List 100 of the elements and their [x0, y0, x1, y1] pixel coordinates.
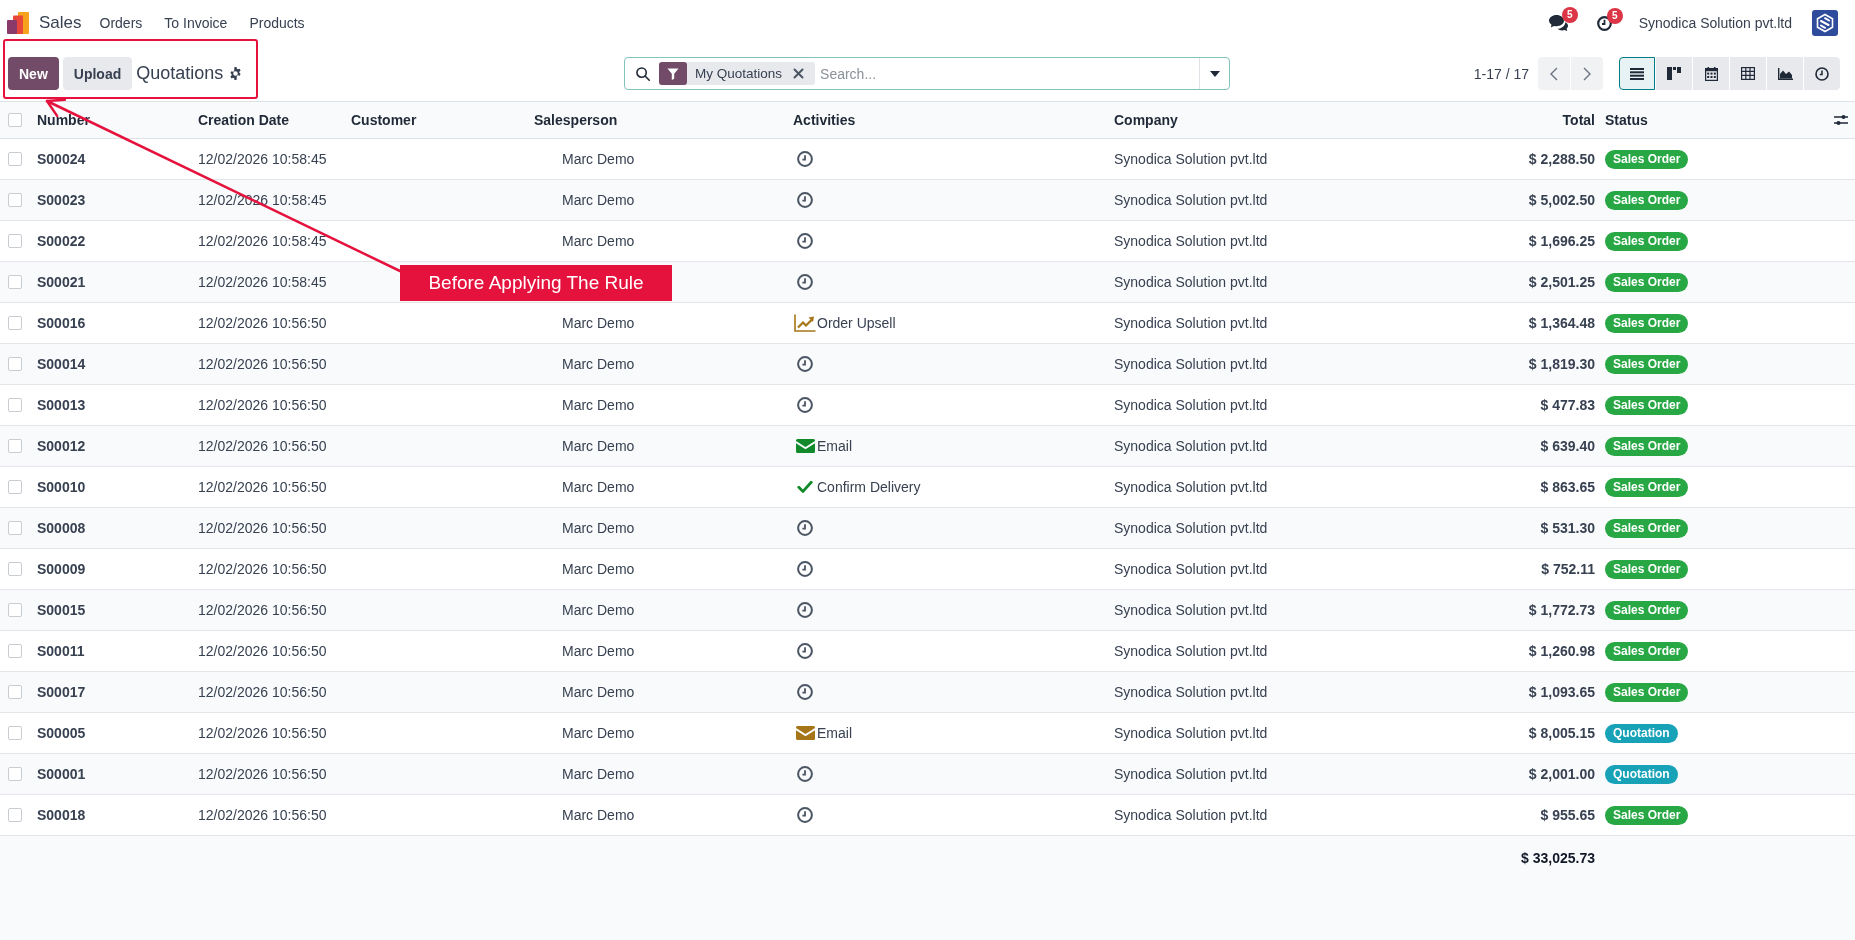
page-title: Quotations: [136, 63, 224, 84]
clock-icon[interactable]: [1596, 15, 1612, 31]
order-number: S00015: [37, 602, 86, 618]
row-checkbox[interactable]: [8, 398, 22, 412]
menu-item[interactable]: Products: [238, 15, 316, 31]
order-total: $ 2,001.00: [1528, 766, 1595, 782]
activity-label: Email: [817, 725, 852, 741]
search-facet[interactable]: My Quotations: [659, 62, 816, 85]
column-header[interactable]: Company: [1114, 112, 1178, 128]
calendar-view-button[interactable]: [1693, 57, 1729, 90]
graph-view-button[interactable]: [1767, 57, 1803, 90]
row-checkbox[interactable]: [8, 726, 22, 740]
column-header[interactable]: Status: [1605, 112, 1648, 128]
row-checkbox[interactable]: [8, 357, 22, 371]
table-row[interactable]: S00024 12/02/2026 10:58:45 Marc Demo Synodica Solution pvt.ltd $ 2,288.50 Sales Order: [0, 139, 1855, 180]
row-checkbox[interactable]: [8, 808, 22, 822]
table-row[interactable]: S00005 12/02/2026 10:56:50 Marc Demo Email Synodica Solution pvt.ltd $ 8,005.15 Quotation: [0, 713, 1855, 754]
row-checkbox[interactable]: [8, 685, 22, 699]
company-logo[interactable]: [1812, 10, 1838, 36]
salesperson-name: Marc Demo: [562, 602, 635, 618]
column-header[interactable]: Number: [37, 112, 90, 128]
menu-item[interactable]: To Invoice: [153, 15, 239, 31]
order-total: $ 1,772.73: [1528, 602, 1595, 618]
sliders-icon[interactable]: [1834, 114, 1848, 126]
creation-date: 12/02/2026 10:56:50: [198, 315, 327, 331]
row-checkbox[interactable]: [8, 603, 22, 617]
table-row[interactable]: S00016 12/02/2026 10:56:50 Marc Demo Order Upsell Synodica Solution pvt.ltd $ 1,364.48 Sales Order: [0, 303, 1855, 344]
table-row[interactable]: S00009 12/02/2026 10:56:50 Marc Demo Synodica Solution pvt.ltd $ 752.11 Sales Order: [0, 549, 1855, 590]
column-header[interactable]: Customer: [351, 112, 417, 128]
creation-date: 12/02/2026 10:56:50: [198, 561, 327, 577]
clock-icon[interactable]: [797, 602, 813, 618]
status-badge: Quotation: [1605, 723, 1678, 743]
activity-view-button[interactable]: [1804, 57, 1840, 90]
row-checkbox[interactable]: [8, 152, 22, 166]
clock-icon[interactable]: [797, 151, 813, 167]
envelope-icon[interactable]: [795, 726, 815, 740]
gear-icon[interactable]: [229, 67, 243, 80]
app-logo-icon[interactable]: [7, 12, 29, 34]
close-icon[interactable]: [793, 68, 805, 79]
company-name: Synodica Solution pvt.ltd: [1114, 725, 1268, 741]
clock-icon[interactable]: [797, 561, 813, 577]
line-chart-icon[interactable]: [794, 314, 816, 332]
upload-button[interactable]: Upload: [62, 57, 133, 90]
list-view-button[interactable]: [1619, 57, 1655, 90]
row-checkbox[interactable]: [8, 234, 22, 248]
check-icon[interactable]: [797, 480, 813, 494]
column-header[interactable]: Creation Date: [198, 112, 290, 128]
order-total: $ 1,819.30: [1528, 356, 1595, 372]
app-name-link[interactable]: Sales: [39, 13, 82, 33]
column-header[interactable]: Total: [1562, 112, 1595, 128]
menu-item[interactable]: Orders: [88, 15, 154, 31]
kanban-view-button[interactable]: [1656, 57, 1692, 90]
company-name: Synodica Solution pvt.ltd: [1114, 766, 1268, 782]
salesperson-name: Marc Demo: [562, 192, 635, 208]
table-row[interactable]: S00010 12/02/2026 10:56:50 Marc Demo Confirm Delivery Synodica Solution pvt.ltd $ 863.65 Sales Order: [0, 467, 1855, 508]
select-all-checkbox[interactable]: [8, 113, 22, 127]
clock-icon[interactable]: [797, 356, 813, 372]
column-header[interactable]: Salesperson: [534, 112, 618, 128]
clock-icon[interactable]: [797, 684, 813, 700]
order-number: S00012: [37, 438, 86, 454]
clock-icon[interactable]: [797, 397, 813, 413]
chat-icon[interactable]: [1548, 15, 1568, 31]
clock-icon[interactable]: [797, 520, 813, 536]
clock-icon[interactable]: [797, 643, 813, 659]
clock-icon[interactable]: [797, 233, 813, 249]
row-checkbox[interactable]: [8, 439, 22, 453]
status-badge: Sales Order: [1605, 313, 1689, 333]
envelope-icon[interactable]: [795, 439, 815, 453]
row-checkbox[interactable]: [8, 562, 22, 576]
order-number: S00014: [37, 356, 86, 372]
clock-icon[interactable]: [797, 807, 813, 823]
salesperson-name: Marc Demo: [562, 356, 635, 372]
chevron-left-icon: [1550, 66, 1558, 81]
new-button[interactable]: New: [8, 57, 59, 90]
table-row[interactable]: S00018 12/02/2026 10:56:50 Marc Demo Synodica Solution pvt.ltd $ 955.65 Sales Order: [0, 795, 1855, 836]
company-name: Synodica Solution pvt.ltd: [1114, 274, 1268, 290]
pivot-view-button[interactable]: [1730, 57, 1766, 90]
clock-icon[interactable]: [797, 766, 813, 782]
row-checkbox[interactable]: [8, 521, 22, 535]
table-row[interactable]: S00011 12/02/2026 10:56:50 Marc Demo Synodica Solution pvt.ltd $ 1,260.98 Sales Order: [0, 631, 1855, 672]
search-field[interactable]: My Quotations Search...: [624, 57, 1230, 90]
clock-icon[interactable]: [797, 192, 813, 208]
row-checkbox[interactable]: [8, 644, 22, 658]
order-number: S00018: [37, 807, 86, 823]
company-name[interactable]: Synodica Solution pvt.ltd: [1638, 15, 1792, 31]
row-checkbox[interactable]: [8, 275, 22, 289]
kanban-icon: [1667, 67, 1681, 80]
search-icon[interactable]: [636, 66, 650, 81]
clock-icon[interactable]: [797, 274, 813, 290]
row-checkbox[interactable]: [8, 767, 22, 781]
table-row[interactable]: S00013 12/02/2026 10:56:50 Marc Demo Synodica Solution pvt.ltd $ 477.83 Sales Order: [0, 385, 1855, 426]
row-checkbox[interactable]: [8, 316, 22, 330]
row-checkbox[interactable]: [8, 480, 22, 494]
table-row[interactable]: S00022 12/02/2026 10:58:45 Marc Demo Synodica Solution pvt.ltd $ 1,696.25 Sales Order: [0, 221, 1855, 262]
column-header[interactable]: Activities: [793, 112, 856, 128]
status-badge: Sales Order: [1605, 559, 1689, 579]
clock-icon: [1815, 66, 1829, 81]
pager-value[interactable]: 1-17 / 17: [1473, 65, 1529, 82]
status-badge: Sales Order: [1605, 518, 1689, 538]
row-checkbox[interactable]: [8, 193, 22, 207]
